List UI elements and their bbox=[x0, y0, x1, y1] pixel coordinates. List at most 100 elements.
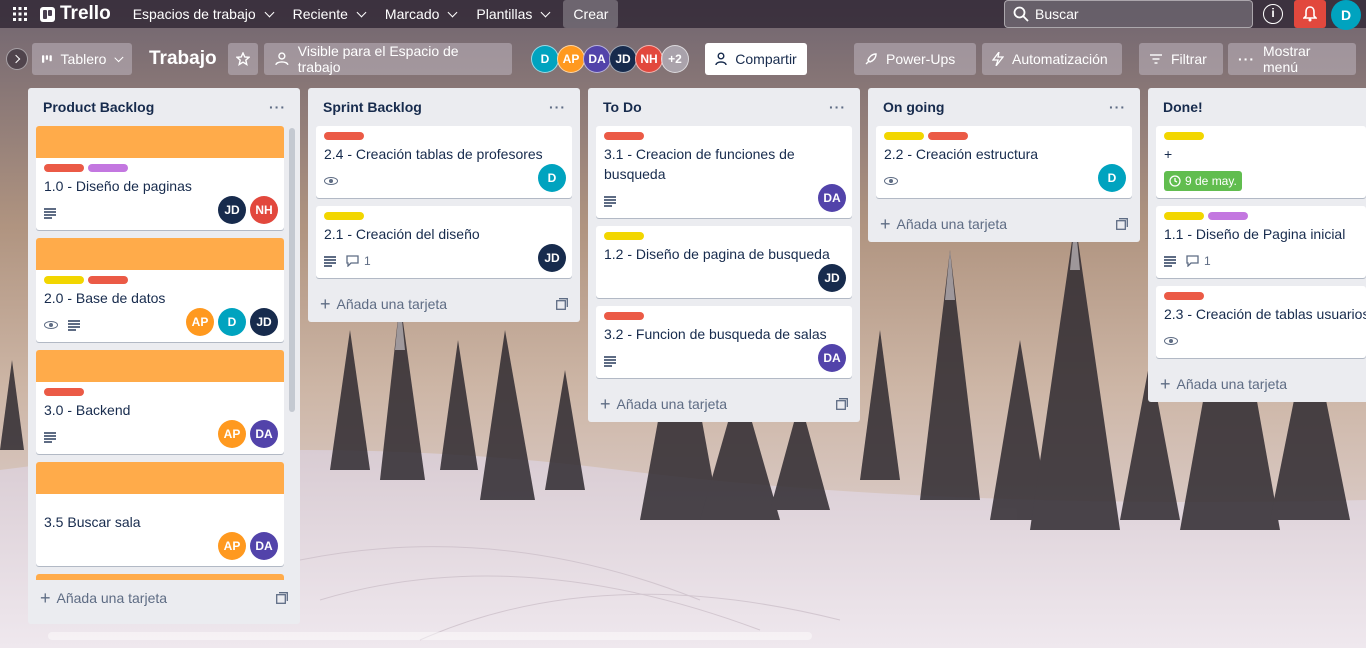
nav-templates[interactable]: Plantillas bbox=[466, 0, 559, 28]
visibility-button[interactable]: Visible para el Espacio de trabajo bbox=[264, 43, 512, 75]
card-member-avatar[interactable]: DA bbox=[250, 420, 278, 448]
member-avatar[interactable]: JD bbox=[609, 45, 637, 73]
card-member-avatar[interactable]: AP bbox=[218, 420, 246, 448]
card-member-avatar[interactable]: D bbox=[1098, 164, 1126, 192]
star-board-button[interactable] bbox=[228, 43, 258, 75]
automation-button[interactable]: Automatización bbox=[982, 43, 1122, 75]
member-avatar[interactable]: NH bbox=[635, 45, 663, 73]
rocket-icon bbox=[865, 53, 877, 65]
board-horizontal-scrollbar[interactable] bbox=[48, 632, 812, 640]
list-menu-icon[interactable]: ··· bbox=[549, 99, 566, 115]
info-icon[interactable]: i bbox=[1263, 4, 1283, 24]
add-card-button[interactable]: + Añada una tarjeta bbox=[1148, 366, 1366, 402]
label-red[interactable] bbox=[604, 132, 644, 140]
card-member-avatar[interactable]: DA bbox=[818, 344, 846, 372]
list-header[interactable]: On going ··· bbox=[868, 88, 1140, 126]
card[interactable]: 2.0 - Base de datos AP D JD bbox=[36, 238, 284, 342]
list-title[interactable]: Sprint Backlog bbox=[323, 99, 422, 115]
add-card-button[interactable]: + Añada una tarjeta bbox=[308, 286, 580, 322]
card[interactable]: 3.2 - Funcion de busqueda de salas DA bbox=[596, 306, 852, 378]
due-date-badge[interactable]: 9 de may. bbox=[1164, 171, 1242, 191]
notifications-bell-icon[interactable] bbox=[1294, 0, 1326, 28]
board-title[interactable]: Trabajo bbox=[149, 48, 217, 70]
card-member-avatar[interactable]: NH bbox=[250, 196, 278, 224]
card[interactable]: + 9 de may. bbox=[1156, 126, 1366, 198]
member-avatar[interactable]: D bbox=[531, 45, 559, 73]
powerups-button[interactable]: Power-Ups bbox=[854, 43, 976, 75]
template-icon[interactable] bbox=[1116, 218, 1128, 230]
card-member-avatar[interactable]: JD bbox=[818, 264, 846, 292]
add-card-button[interactable]: + Añada una tarjeta bbox=[868, 206, 1140, 242]
card[interactable]: 2.4 - Creación tablas de profesores D bbox=[316, 126, 572, 198]
apps-grid-icon[interactable] bbox=[0, 0, 40, 28]
label-purple[interactable] bbox=[88, 164, 128, 172]
user-avatar[interactable]: D bbox=[1331, 0, 1361, 30]
label-red[interactable] bbox=[324, 132, 364, 140]
label-red[interactable] bbox=[604, 312, 644, 320]
list-title[interactable]: On going bbox=[883, 99, 944, 115]
label-yellow[interactable] bbox=[1164, 212, 1204, 220]
expand-sidebar-button[interactable] bbox=[6, 48, 28, 70]
list-header[interactable]: Sprint Backlog ··· bbox=[308, 88, 580, 126]
list-title[interactable]: To Do bbox=[603, 99, 642, 115]
list-menu-icon[interactable]: ··· bbox=[269, 99, 286, 115]
label-red[interactable] bbox=[928, 132, 968, 140]
list-title[interactable]: Done! bbox=[1163, 99, 1203, 115]
nav-recent[interactable]: Reciente bbox=[283, 0, 375, 28]
label-red[interactable] bbox=[44, 164, 84, 172]
card-member-avatar[interactable]: AP bbox=[186, 308, 214, 336]
template-icon[interactable] bbox=[556, 298, 568, 310]
card[interactable]: 2.3 - Creación de tablas usuarios bbox=[1156, 286, 1366, 358]
card-member-avatar[interactable]: JD bbox=[250, 308, 278, 336]
card[interactable]: 1.1 - Diseño de Pagina inicial 1 bbox=[1156, 206, 1366, 278]
nav-starred[interactable]: Marcado bbox=[375, 0, 466, 28]
nav-workspaces[interactable]: Espacios de trabajo bbox=[123, 0, 283, 28]
label-red[interactable] bbox=[44, 388, 84, 396]
label-red[interactable] bbox=[1164, 292, 1204, 300]
label-yellow[interactable] bbox=[324, 212, 364, 220]
board-view-switcher[interactable]: Tablero bbox=[32, 43, 132, 75]
card-member-avatar[interactable]: D bbox=[538, 164, 566, 192]
list-header[interactable]: Done! bbox=[1148, 88, 1366, 126]
show-menu-button[interactable]: ··· Mostrar menú bbox=[1228, 43, 1356, 75]
template-icon[interactable] bbox=[836, 398, 848, 410]
card[interactable]: 3.5 Buscar sala AP DA bbox=[36, 462, 284, 566]
label-purple[interactable] bbox=[1208, 212, 1248, 220]
card-member-avatar[interactable]: DA bbox=[250, 532, 278, 560]
card-member-avatar[interactable]: JD bbox=[218, 196, 246, 224]
card-member-avatar[interactable]: JD bbox=[538, 244, 566, 272]
list-header[interactable]: Product Backlog ··· bbox=[28, 88, 300, 126]
member-avatar[interactable]: DA bbox=[583, 45, 611, 73]
card[interactable]: 1.0 - Diseño de paginas JD NH bbox=[36, 126, 284, 230]
label-yellow[interactable] bbox=[884, 132, 924, 140]
trello-logo[interactable]: Trello bbox=[40, 3, 111, 25]
card[interactable]: 3.1 - Creacion de funciones de busqueda … bbox=[596, 126, 852, 218]
add-card-button[interactable]: + Añada una tarjeta bbox=[28, 580, 300, 616]
filter-button[interactable]: Filtrar bbox=[1139, 43, 1223, 75]
list-scrollbar[interactable] bbox=[289, 128, 295, 412]
card-member-avatar[interactable]: DA bbox=[818, 184, 846, 212]
search-icon bbox=[1013, 6, 1029, 22]
label-yellow[interactable] bbox=[1164, 132, 1204, 140]
more-members-badge[interactable]: +2 bbox=[661, 45, 689, 73]
card[interactable]: 1.2 - Diseño de pagina de busqueda JD bbox=[596, 226, 852, 298]
card[interactable]: 2.1 - Creación del diseño 1 JD bbox=[316, 206, 572, 278]
search-input[interactable]: Buscar bbox=[1004, 0, 1253, 28]
card[interactable]: 3.0 - Backend AP DA bbox=[36, 350, 284, 454]
card-member-avatar[interactable]: AP bbox=[218, 532, 246, 560]
share-button[interactable]: Compartir bbox=[705, 43, 807, 75]
list-header[interactable]: To Do ··· bbox=[588, 88, 860, 126]
label-yellow[interactable] bbox=[44, 276, 84, 284]
add-card-button[interactable]: + Añada una tarjeta bbox=[588, 386, 860, 422]
list-menu-icon[interactable]: ··· bbox=[829, 99, 846, 115]
label-red[interactable] bbox=[88, 276, 128, 284]
create-button[interactable]: Crear bbox=[563, 0, 619, 28]
list-menu-icon[interactable]: ··· bbox=[1109, 99, 1126, 115]
label-yellow[interactable] bbox=[604, 232, 644, 240]
template-icon[interactable] bbox=[276, 592, 288, 604]
list-title[interactable]: Product Backlog bbox=[43, 99, 154, 115]
card[interactable]: 2.2 - Creación estructura D bbox=[876, 126, 1132, 198]
card-partial[interactable] bbox=[36, 574, 284, 580]
member-avatar[interactable]: AP bbox=[557, 45, 585, 73]
card-member-avatar[interactable]: D bbox=[218, 308, 246, 336]
